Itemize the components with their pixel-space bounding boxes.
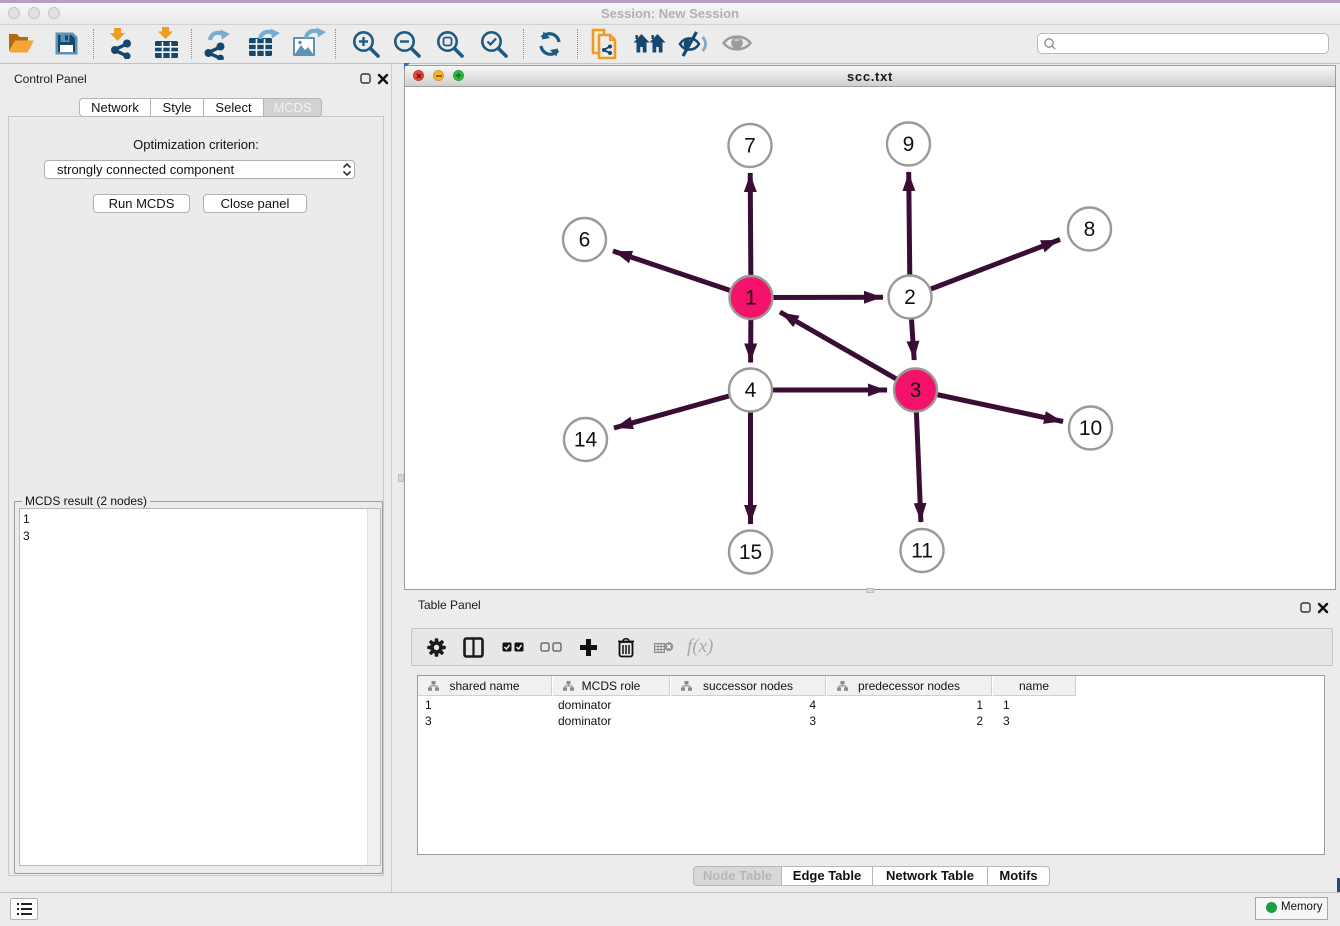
svg-text:11: 11 [911, 540, 933, 563]
svg-text:15: 15 [739, 541, 762, 564]
svg-text:2: 2 [904, 286, 916, 309]
svg-text:4: 4 [745, 379, 757, 402]
svg-text:14: 14 [574, 429, 598, 452]
svg-text:9: 9 [903, 133, 915, 156]
svg-text:1: 1 [745, 287, 757, 310]
svg-text:7: 7 [744, 135, 756, 158]
svg-text:6: 6 [579, 229, 591, 252]
svg-text:8: 8 [1084, 218, 1096, 241]
svg-text:10: 10 [1079, 417, 1102, 440]
svg-text:3: 3 [910, 379, 922, 402]
